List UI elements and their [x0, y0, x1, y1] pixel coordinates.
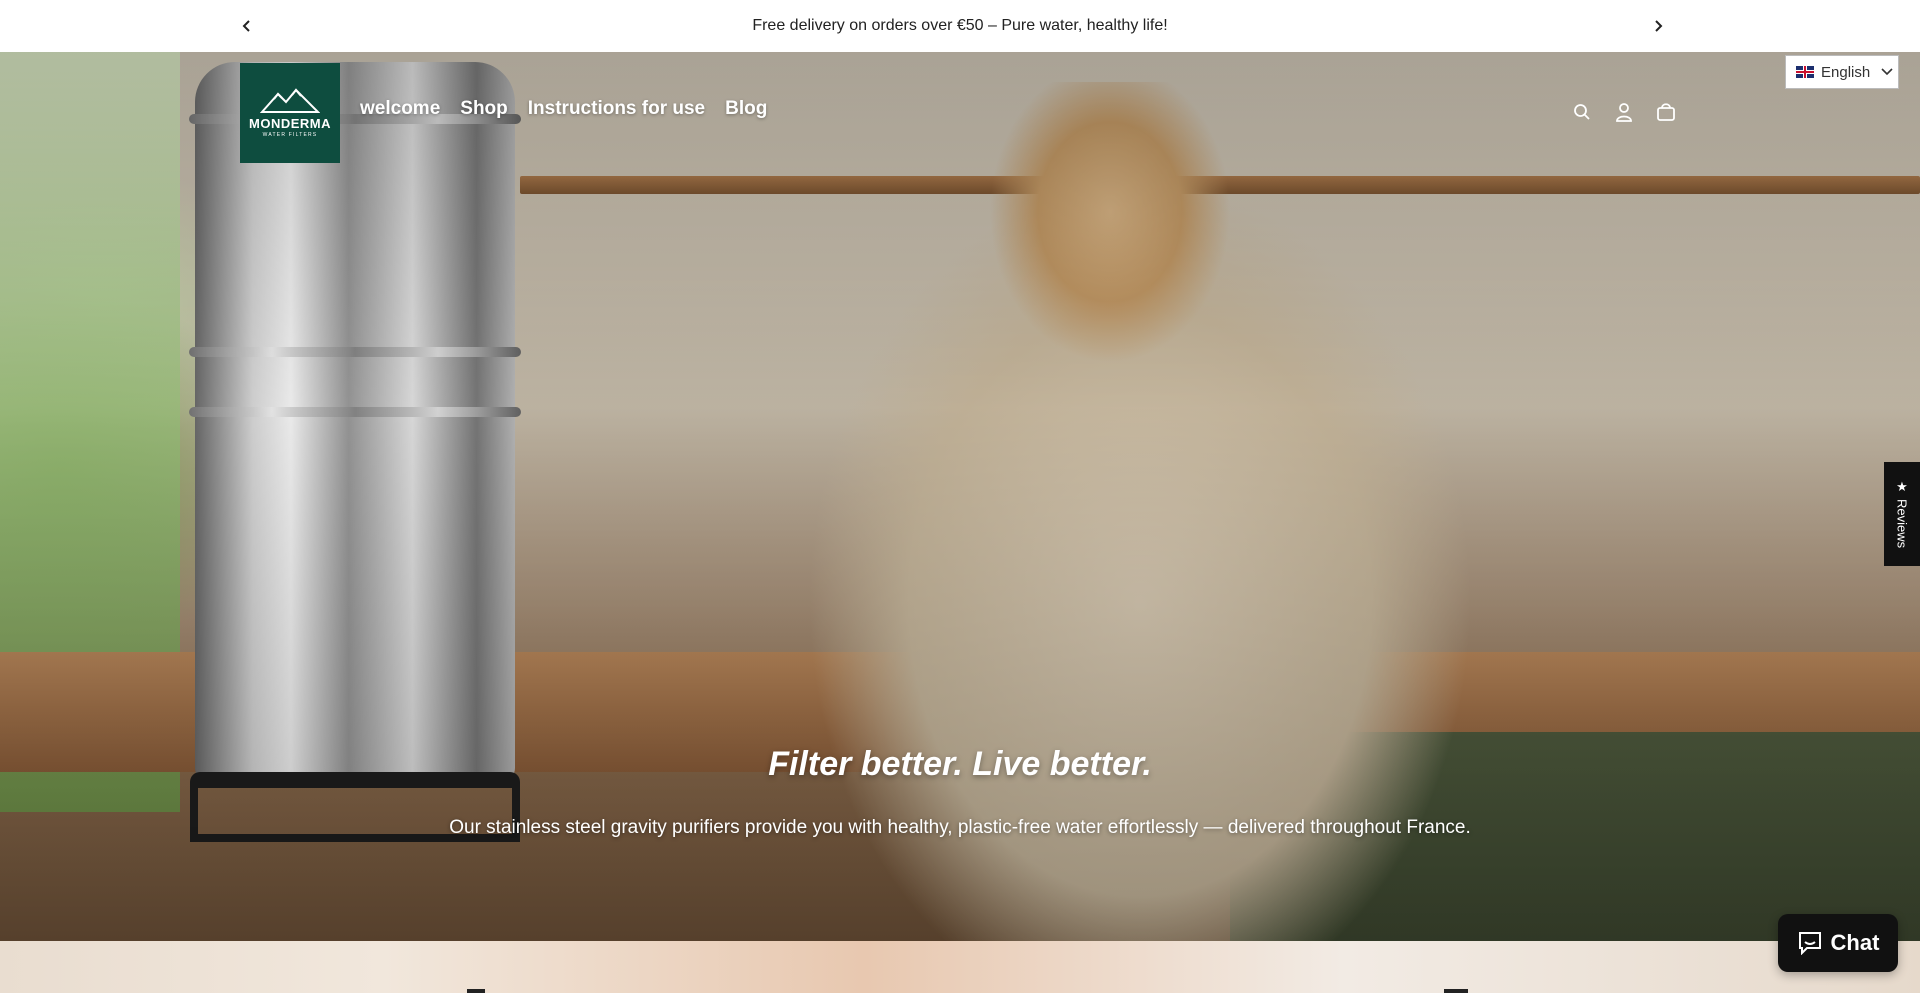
chat-bubble-icon	[1798, 932, 1821, 955]
logo-brand-text: MONDERMA	[249, 116, 331, 131]
hero-subtitle: Our stainless steel gravity purifiers pr…	[449, 817, 1471, 838]
reviews-label: Reviews	[1894, 499, 1910, 549]
nav-item-welcome[interactable]: welcome	[360, 98, 440, 120]
site-logo[interactable]: MONDERMA WATER FILTERS	[240, 63, 340, 163]
uk-flag-icon	[1796, 66, 1814, 78]
language-label: English	[1821, 63, 1871, 81]
hero-overlay	[0, 52, 1920, 941]
announcement-text: Free delivery on orders over €50 – Pure …	[752, 17, 1168, 34]
star-icon: ★	[1896, 479, 1908, 495]
reviews-side-tab[interactable]: ★ Reviews	[1884, 462, 1920, 566]
chevron-right-icon[interactable]	[1646, 14, 1670, 38]
partial-icon	[467, 989, 485, 993]
header-icons	[1570, 100, 1678, 124]
account-icon[interactable]	[1612, 100, 1636, 124]
chat-button[interactable]: Chat	[1778, 914, 1898, 972]
logo-tagline: WATER FILTERS	[262, 132, 318, 138]
chevron-left-icon[interactable]	[235, 14, 259, 38]
nav-item-blog[interactable]: Blog	[725, 98, 767, 120]
hero-banner	[0, 52, 1920, 941]
mountain-logo-icon	[259, 88, 321, 114]
main-nav: welcome Shop Instructions for use Blog	[360, 98, 767, 120]
cart-icon[interactable]	[1654, 100, 1678, 124]
chat-label: Chat	[1830, 930, 1880, 955]
partial-icon	[1444, 989, 1468, 993]
next-section-preview	[0, 941, 1920, 993]
announcement-bar: Free delivery on orders over €50 – Pure …	[0, 0, 1920, 52]
hero-title: Filter better. Live better.	[768, 745, 1152, 783]
chevron-down-icon	[1881, 68, 1893, 76]
nav-item-shop[interactable]: Shop	[460, 98, 508, 120]
search-icon[interactable]	[1570, 100, 1594, 124]
nav-item-instructions[interactable]: Instructions for use	[528, 98, 705, 120]
language-selector[interactable]: English	[1785, 55, 1899, 89]
